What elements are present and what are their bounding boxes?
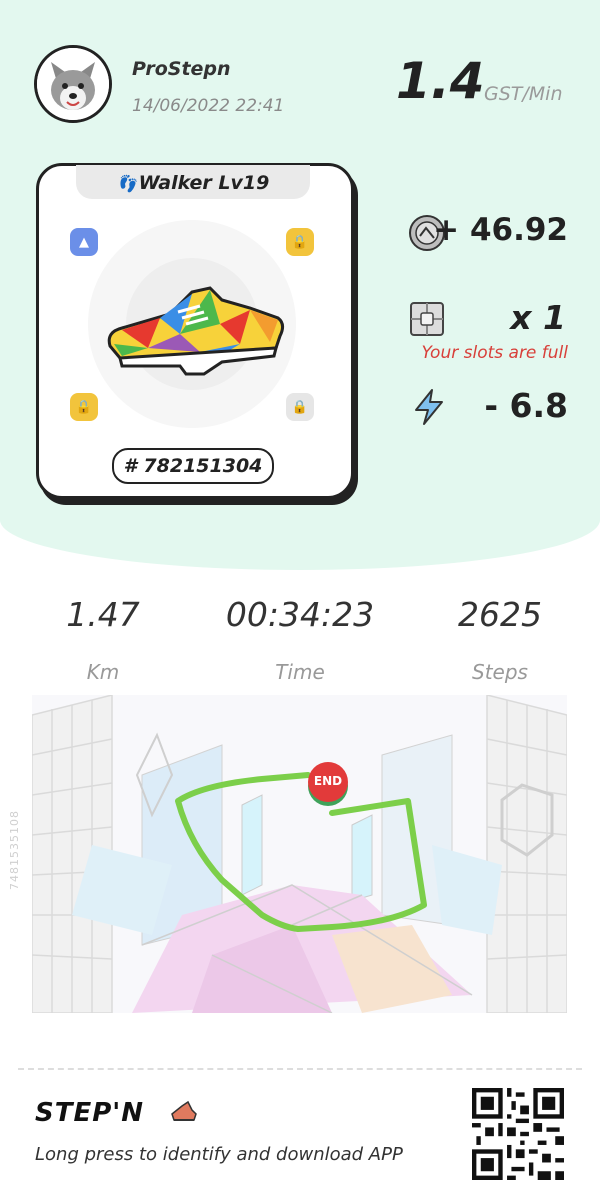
footer-divider — [18, 1068, 582, 1070]
map-watermark: 7481535108 — [8, 810, 21, 890]
route-end-marker[interactable]: END — [308, 762, 348, 802]
stepn-shoe-icon — [171, 1100, 197, 1121]
distance-label: Km — [86, 660, 120, 684]
download-instruction: Long press to identify and download APP — [35, 1144, 403, 1165]
steps-metric: 2625 Steps — [420, 595, 580, 684]
gem-slot-lock-icon[interactable]: 🔒 — [286, 393, 314, 421]
footprint-icon: 👣 — [116, 174, 137, 193]
distance-value: 1.47 — [66, 595, 140, 634]
route-map[interactable] — [32, 695, 567, 1013]
slots-full-warning: Your slots are full — [421, 343, 568, 363]
qr-code-icon[interactable] — [472, 1088, 564, 1180]
time-label: Time — [275, 660, 325, 684]
energy-used-value: - 6.8 — [484, 386, 568, 425]
gst-rate-unit: GST/Min — [484, 83, 563, 105]
stepn-logo: STEP'N — [35, 1098, 144, 1128]
gst-earned-value: + 46.92 — [433, 212, 568, 248]
gem-slot-triangle-icon[interactable]: ▲ — [70, 228, 98, 256]
gem-slot-lock-icon[interactable]: 🔒 — [70, 393, 98, 421]
mystery-box-count: x 1 — [510, 298, 566, 337]
time-value: 00:34:23 — [225, 595, 375, 634]
energy-bolt-icon — [415, 389, 443, 425]
distance-metric: 1.47 Km — [23, 595, 183, 684]
fox-avatar-icon[interactable] — [34, 45, 112, 123]
steps-label: Steps — [472, 660, 528, 684]
sneaker-icon — [107, 286, 285, 376]
username: ProStepn — [132, 58, 231, 80]
sneaker-id-badge: # 782151304 — [112, 448, 274, 484]
gst-rate-value: 1.4 — [396, 52, 485, 110]
mystery-box-icon — [410, 302, 444, 336]
gem-slot-lock-icon[interactable]: 🔒 — [286, 228, 314, 256]
run-datetime: 14/06/2022 22:41 — [132, 96, 285, 116]
sneaker-title: 👣 Walker Lv19 — [76, 165, 310, 199]
time-metric: 00:34:23 Time — [220, 595, 380, 684]
sneaker-level-label: Walker Lv19 — [138, 172, 270, 194]
steps-value: 2625 — [458, 595, 542, 634]
